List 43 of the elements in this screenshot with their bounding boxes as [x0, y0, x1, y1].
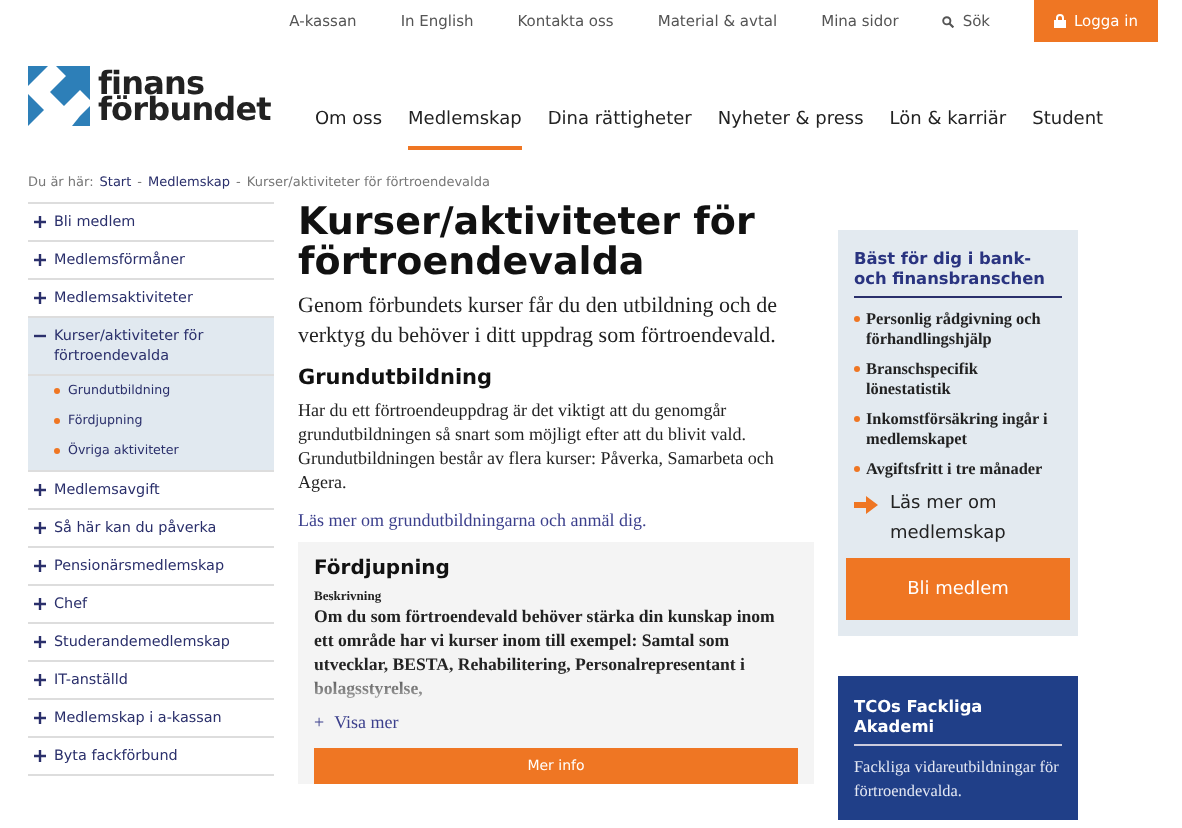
show-more-link[interactable]: + Visa mer: [314, 712, 798, 732]
box-title: Bäst för dig i bank- och finansbranschen: [854, 248, 1062, 298]
benefit-item: Branschspecifik lönestatistik: [866, 360, 980, 400]
bullet-icon: [854, 316, 860, 322]
benefit-item: Avgiftsfritt i tre månader: [866, 460, 1043, 480]
lead-text: Genom förbundets kurser får du den utbildning och de verktyg du behöver i ditt uppdrag som förtroendevald.: [298, 292, 779, 352]
section-text: Har du ett förtroendeuppdrag är det viktigt att du genomgår grundutbildningen så snart som möjligt efter att du blivit vald. Grundutbildningen består av flera kurser: Påverka, Samarbeta och Agera.: [298, 398, 776, 494]
membership-link[interactable]: Läs mer om medlemskap: [854, 490, 1062, 550]
bullet-icon: [854, 416, 860, 422]
plus-icon: [34, 484, 46, 496]
plus-icon: [34, 750, 46, 762]
plus-icon: [34, 216, 46, 228]
read-more-link[interactable]: Läs mer om grundutbildningarna och anmäl dig.: [298, 510, 814, 530]
plus-icon: [34, 636, 46, 648]
logo[interactable]: finans förbundet: [28, 66, 271, 126]
plus-icon: [34, 598, 46, 610]
plus-icon: [34, 674, 46, 686]
card-title: Fördjupning: [314, 558, 452, 580]
search-icon: [942, 15, 955, 27]
plus-icon: [34, 522, 46, 534]
plus-icon: [34, 560, 46, 572]
lock-icon: [1054, 14, 1067, 28]
nav-tab[interactable]: Om oss: [314, 90, 383, 150]
plus-icon: [34, 292, 46, 304]
arrow-icon: [854, 496, 878, 514]
academy-title: TCOs Fackliga Akademi: [854, 696, 1062, 746]
benefit-item: Personlig rådgivning och förhandlingshjälp: [866, 310, 1043, 350]
nav-tab[interactable]: Dina rättigheter: [547, 90, 692, 150]
bullet-icon: [854, 466, 860, 472]
benefit-item: Inkomstförsäkring ingår i medlemskapet: [866, 410, 1050, 450]
nav-tab[interactable]: Medlemskap: [408, 90, 522, 150]
logo-icon: [28, 66, 90, 126]
nav-tab[interactable]: Nyheter & press: [717, 90, 864, 150]
plus-icon: [34, 712, 46, 724]
nav-tab[interactable]: Student: [1032, 90, 1104, 150]
page-title: Kurser/aktiviteter för förtroendevalda: [298, 202, 757, 282]
plus-icon: [34, 254, 46, 266]
description-text: Om du som förtroendevald behöver stärka din kunskap inom ett område har vi kurser inom till exempel: Samtal som utvecklar, BESTA, Rehabilitering, Personalrepresentant i bolagsstyrelse,: [314, 604, 777, 700]
nav-tab[interactable]: Lön & karriär: [889, 90, 1007, 150]
academy-text: Fackliga vidareutbildningar för förtroendevalda.: [854, 756, 1061, 804]
minus-icon: [34, 330, 46, 342]
section-heading: Grundutbildning: [298, 366, 495, 390]
bullet-icon: [854, 366, 860, 372]
